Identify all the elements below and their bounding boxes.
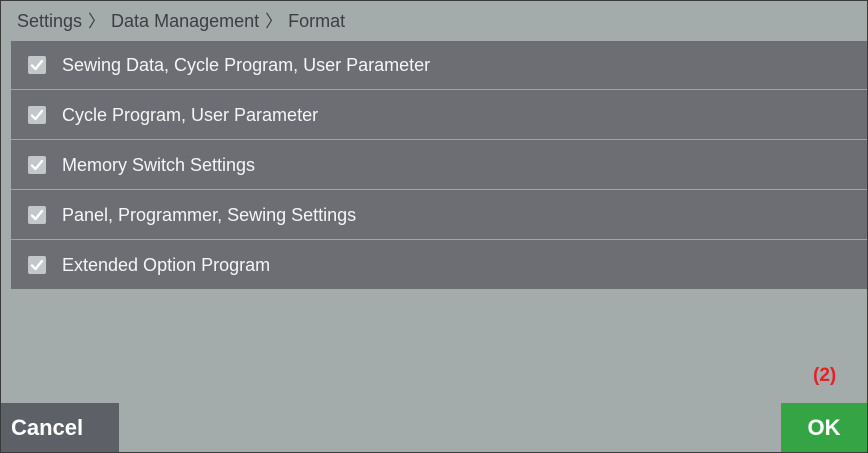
option-row-sewing-data[interactable]: Sewing Data, Cycle Program, User Paramet…	[11, 41, 867, 90]
option-label: Memory Switch Settings	[62, 155, 256, 175]
breadcrumb-separator: 〉	[265, 12, 283, 31]
step-annotation: (2)	[813, 365, 837, 386]
checkmark-icon	[30, 109, 44, 121]
option-row-cycle-program[interactable]: Cycle Program, User Parameter	[11, 91, 867, 140]
option-row-memory-switch[interactable]: Memory Switch Settings	[11, 141, 867, 190]
format-screen: Settings 〉 Data Management 〉 Format Sewing D…	[0, 0, 868, 453]
option-label: Sewing Data, Cycle Program, User Paramet…	[62, 55, 431, 75]
breadcrumb-separator: 〉	[88, 12, 106, 31]
option-label: Cycle Program, User Parameter	[62, 105, 319, 125]
checkmark-icon	[30, 159, 44, 171]
checkmark-icon	[30, 59, 44, 71]
option-row-extended-option[interactable]: Extended Option Program	[11, 241, 867, 290]
breadcrumb-item-format: Format	[288, 11, 346, 31]
cancel-button[interactable]: Cancel	[1, 403, 119, 452]
breadcrumb: Settings 〉 Data Management 〉 Format	[1, 1, 867, 41]
ok-button[interactable]: OK	[781, 403, 867, 452]
option-label: Extended Option Program	[62, 255, 271, 275]
checkmark-icon	[30, 209, 44, 221]
format-options-list: Sewing Data, Cycle Program, User Paramet…	[11, 41, 867, 289]
checkmark-icon	[30, 259, 44, 271]
option-checkbox[interactable]	[28, 106, 46, 124]
option-checkbox[interactable]	[28, 256, 46, 274]
breadcrumb-item-data-management[interactable]: Data Management	[111, 1, 259, 41]
option-checkbox[interactable]	[28, 156, 46, 174]
option-row-panel-programmer[interactable]: Panel, Programmer, Sewing Settings	[11, 191, 867, 240]
option-checkbox[interactable]	[28, 56, 46, 74]
breadcrumb-item-settings[interactable]: Settings	[1, 1, 82, 41]
option-label: Panel, Programmer, Sewing Settings	[62, 205, 357, 225]
option-checkbox[interactable]	[28, 206, 46, 224]
